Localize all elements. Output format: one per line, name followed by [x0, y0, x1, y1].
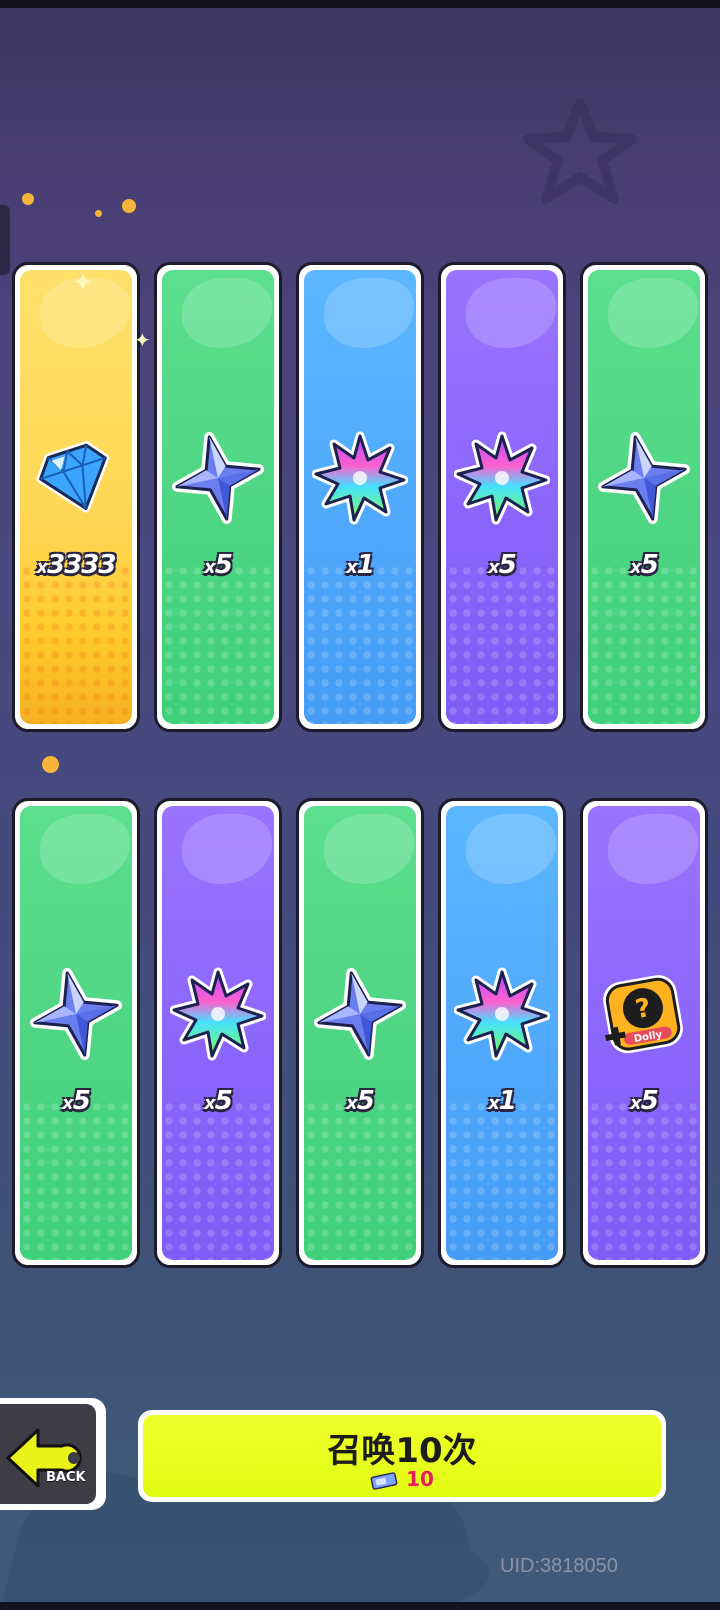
- diamond-icon: [28, 430, 124, 526]
- quantity-prefix: x: [488, 1093, 500, 1114]
- reward-card[interactable]: x5: [438, 262, 566, 732]
- reward-quantity: x5: [157, 1086, 279, 1116]
- rainbow-star-icon: [169, 966, 267, 1062]
- reward-quantity: x1: [441, 1086, 563, 1116]
- reward-card[interactable]: x5: [296, 798, 424, 1268]
- blue-star-crystal-icon: [312, 966, 408, 1062]
- back-label: BACK: [46, 1470, 86, 1485]
- blue-star-crystal-icon: [28, 966, 124, 1062]
- rainbow-star-icon: [453, 430, 551, 526]
- reward-card[interactable]: x5: [12, 798, 140, 1268]
- quantity-prefix: x: [204, 1093, 216, 1114]
- reward-quantity: x1: [299, 550, 421, 580]
- quantity-value: 3333: [47, 550, 116, 580]
- bottom-bar: [0, 1602, 720, 1610]
- uid-label: UID:3818050: [500, 1555, 618, 1577]
- reward-quantity: x5: [583, 550, 705, 580]
- quantity-prefix: x: [62, 1093, 74, 1114]
- summon-10-button[interactable]: 召唤10次 10: [138, 1410, 666, 1502]
- reward-quantity: x5: [583, 1086, 705, 1116]
- quantity-value: 1: [498, 1086, 517, 1116]
- reward-card[interactable]: x5: [154, 798, 282, 1268]
- quantity-value: 5: [640, 550, 659, 580]
- quantity-value: 5: [214, 1086, 233, 1116]
- quantity-prefix: x: [346, 1093, 358, 1114]
- reward-card[interactable]: x1: [296, 262, 424, 732]
- blue-star-crystal-icon: [170, 430, 266, 526]
- sparkle-icon: ✦: [134, 328, 151, 352]
- quantity-prefix: x: [630, 557, 642, 578]
- quantity-value: 1: [356, 550, 375, 580]
- reward-card[interactable]: x5: [154, 262, 282, 732]
- confetti-dot: [22, 193, 34, 205]
- side-tab[interactable]: [0, 205, 10, 275]
- reward-quantity: x5: [299, 1086, 421, 1116]
- quantity-value: 5: [72, 1086, 91, 1116]
- mystery-badge-icon: ? Dolly: [596, 966, 692, 1062]
- reward-card[interactable]: x5: [580, 262, 708, 732]
- confetti-dot: [42, 756, 59, 773]
- reward-card[interactable]: x1: [438, 798, 566, 1268]
- background-star-icon: [523, 98, 637, 204]
- reward-quantity: x5: [15, 1086, 137, 1116]
- quantity-value: 5: [214, 550, 233, 580]
- reward-quantity: x3333: [15, 550, 137, 580]
- rainbow-star-icon: [453, 966, 551, 1062]
- quantity-prefix: x: [346, 557, 358, 578]
- reward-quantity: x5: [157, 550, 279, 580]
- top-bar: [0, 0, 720, 8]
- rainbow-star-icon: [311, 430, 409, 526]
- quantity-value: 5: [640, 1086, 659, 1116]
- confetti-dot: [122, 199, 136, 213]
- back-button[interactable]: BACK: [0, 1398, 106, 1510]
- quantity-prefix: x: [630, 1093, 642, 1114]
- summon-ticket-icon: [370, 1471, 398, 1490]
- summon-title: 召唤10次: [327, 1431, 477, 1471]
- quantity-prefix: x: [36, 557, 49, 578]
- summon-cost: 10: [143, 1467, 661, 1491]
- sparkle-icon: ✦: [72, 268, 94, 298]
- confetti-dot: [95, 210, 102, 217]
- quantity-value: 5: [356, 1086, 375, 1116]
- quantity-prefix: x: [204, 557, 216, 578]
- reward-card[interactable]: ? Dolly x5: [580, 798, 708, 1268]
- summon-cost-value: 10: [406, 1467, 434, 1491]
- reward-quantity: x5: [441, 550, 563, 580]
- blue-star-crystal-icon: [596, 430, 692, 526]
- back-arrow-icon: [6, 1428, 82, 1488]
- reward-card[interactable]: x3333: [12, 262, 140, 732]
- quantity-value: 5: [498, 550, 517, 580]
- quantity-prefix: x: [488, 557, 500, 578]
